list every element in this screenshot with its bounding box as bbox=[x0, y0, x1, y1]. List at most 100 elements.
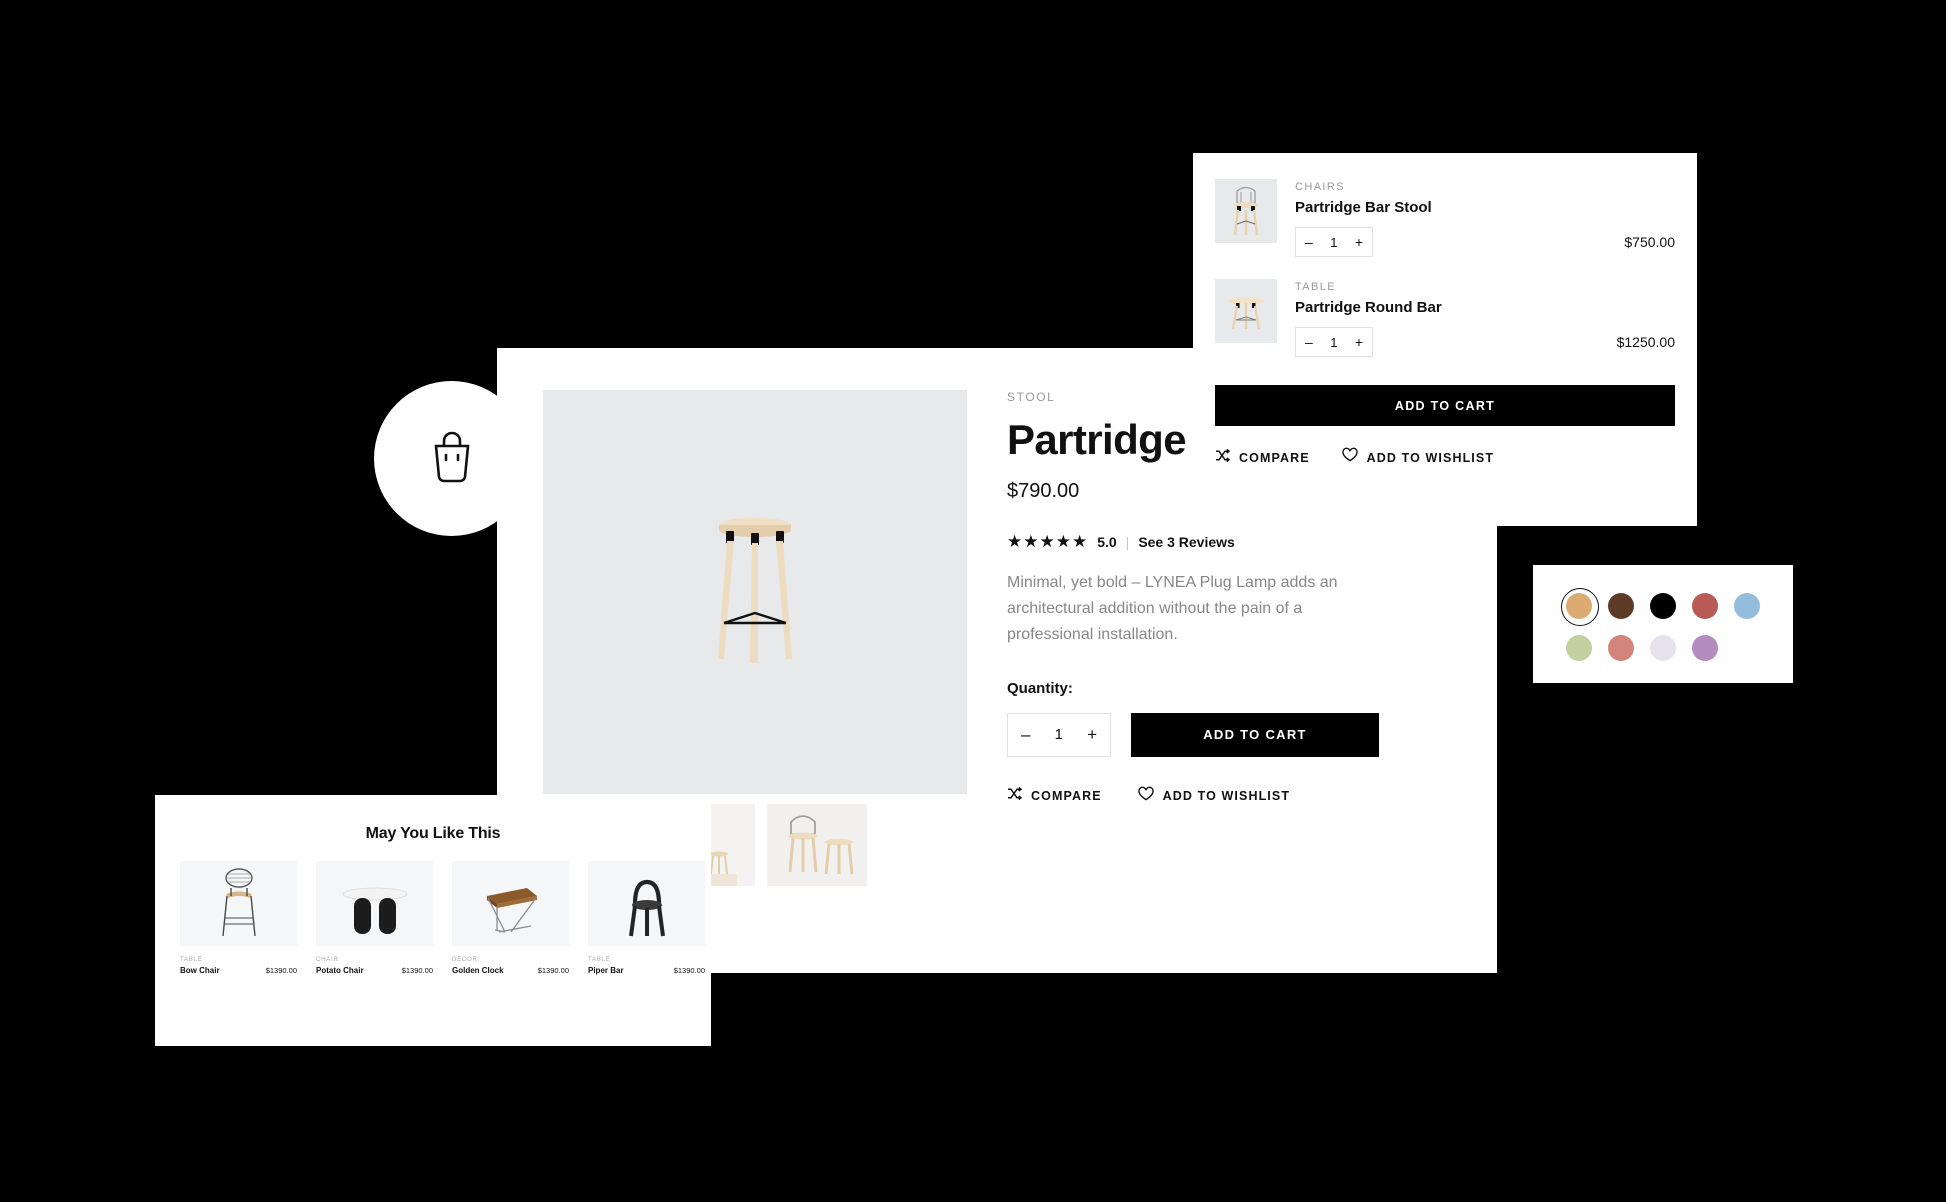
reco-item-row: Golden Clock $1390.00 bbox=[452, 966, 569, 975]
bow-chair-illustration bbox=[221, 868, 256, 937]
cart-compare-button[interactable]: COMPARE bbox=[1215, 448, 1310, 467]
color-swatch-black[interactable] bbox=[1650, 593, 1676, 619]
swatch-cell bbox=[1734, 589, 1776, 623]
see-reviews-link[interactable]: See 3 Reviews bbox=[1138, 534, 1235, 550]
product-thumbnail-3[interactable] bbox=[767, 804, 867, 886]
product-main-image[interactable] bbox=[543, 390, 967, 794]
shopping-bag-icon bbox=[422, 428, 482, 490]
reco-item-row: Piper Bar $1390.00 bbox=[588, 966, 705, 975]
cart-item-price: $750.00 bbox=[1624, 234, 1675, 250]
swatch-cell bbox=[1608, 589, 1650, 623]
cart-quantity-value: 1 bbox=[1330, 334, 1338, 350]
shopping-bag-badge[interactable] bbox=[374, 381, 529, 536]
cart-item-controls: – 1 + $750.00 bbox=[1295, 227, 1675, 257]
reco-item-row: Bow Chair $1390.00 bbox=[180, 966, 297, 975]
list-item[interactable]: TABLE Piper Bar $1390.00 bbox=[588, 861, 705, 975]
reco-item-category: DECOR bbox=[452, 957, 478, 963]
cart-quantity-decrease-button[interactable]: – bbox=[1305, 335, 1313, 349]
cart-quantity-value: 1 bbox=[1330, 234, 1338, 250]
color-swatch-brick-red[interactable] bbox=[1692, 593, 1718, 619]
cart-item-thumbnail[interactable] bbox=[1215, 279, 1277, 343]
compare-icon bbox=[1007, 787, 1023, 805]
reco-item-image bbox=[452, 861, 569, 946]
cart-add-to-cart-button[interactable]: ADD TO CART bbox=[1215, 385, 1675, 426]
color-swatch-tan[interactable] bbox=[1561, 588, 1599, 626]
cart-quantity-stepper[interactable]: – 1 + bbox=[1295, 327, 1373, 357]
cart-quantity-decrease-button[interactable]: – bbox=[1305, 235, 1313, 249]
color-swatch-panel bbox=[1533, 565, 1793, 683]
cart-wishlist-label: ADD TO WISHLIST bbox=[1366, 450, 1495, 465]
recommendations-title: May You Like This bbox=[365, 825, 501, 842]
reco-item-name: Bow Chair bbox=[180, 966, 220, 975]
reco-item-price: $1390.00 bbox=[265, 966, 297, 975]
reco-item-name: Golden Clock bbox=[452, 966, 504, 975]
cart-items-list: CHAIRS Partridge Bar Stool – 1 + $750.00 bbox=[1193, 153, 1697, 357]
cart-compare-label: COMPARE bbox=[1239, 450, 1310, 465]
swatch-cell bbox=[1566, 631, 1608, 665]
color-swatch-sky-blue[interactable] bbox=[1734, 593, 1760, 619]
reco-item-row: Potato Chair $1390.00 bbox=[316, 966, 433, 975]
rating-divider: | bbox=[1125, 533, 1130, 550]
cart-item-body: CHAIRS Partridge Bar Stool – 1 + $750.00 bbox=[1295, 179, 1675, 257]
reco-item-image bbox=[316, 861, 433, 946]
potato-chair-illustration bbox=[342, 887, 407, 934]
quantity-increase-button[interactable]: + bbox=[1087, 726, 1097, 743]
cart-item-category: CHAIRS bbox=[1295, 181, 1345, 193]
add-to-cart-button[interactable]: ADD TO CART bbox=[1131, 712, 1379, 757]
add-to-wishlist-button[interactable]: ADD TO WISHLIST bbox=[1137, 786, 1290, 806]
rating-row: ★★★★★ 5.0 | See 3 Reviews bbox=[1007, 533, 1447, 550]
color-swatch-lilac-white[interactable] bbox=[1650, 635, 1676, 661]
reco-item-price: $1390.00 bbox=[401, 966, 433, 975]
cart-quantity-stepper[interactable]: – 1 + bbox=[1295, 227, 1373, 257]
rating-value: 5.0 bbox=[1097, 533, 1117, 550]
swatch-cell bbox=[1692, 589, 1734, 623]
color-swatch-sage-green[interactable] bbox=[1566, 635, 1592, 661]
cart-add-to-wishlist-button[interactable]: ADD TO WISHLIST bbox=[1341, 447, 1495, 467]
list-item[interactable]: DECOR Golden Clock $1390.00 bbox=[452, 861, 569, 975]
reco-item-category: TABLE bbox=[180, 957, 203, 963]
cart-item-controls: – 1 + $1250.00 bbox=[1295, 327, 1675, 357]
cart-item-body: TABLE Partridge Round Bar – 1 + $1250.00 bbox=[1295, 279, 1675, 357]
reco-item-name: Potato Chair bbox=[316, 966, 364, 975]
swatch-cell bbox=[1650, 631, 1692, 665]
heart-icon bbox=[1341, 447, 1358, 467]
quantity-stepper[interactable]: – 1 + bbox=[1007, 712, 1111, 757]
compare-label: COMPARE bbox=[1031, 789, 1102, 804]
purchase-controls: – 1 + ADD TO CART bbox=[1007, 712, 1447, 757]
swatch-cell bbox=[1692, 631, 1734, 665]
color-swatch-dark-brown[interactable] bbox=[1608, 593, 1634, 619]
piper-bar-illustration bbox=[628, 879, 665, 937]
compare-icon bbox=[1215, 448, 1231, 467]
cart-item: CHAIRS Partridge Bar Stool – 1 + $750.00 bbox=[1215, 179, 1675, 257]
compare-button[interactable]: COMPARE bbox=[1007, 787, 1102, 805]
swatch-cell bbox=[1608, 631, 1650, 665]
cart-quantity-increase-button[interactable]: + bbox=[1355, 335, 1363, 349]
list-item[interactable]: CHAIR Potato Chair $1390.00 bbox=[316, 861, 433, 975]
star-rating-icon: ★★★★★ bbox=[1007, 532, 1089, 552]
quantity-decrease-button[interactable]: – bbox=[1021, 726, 1030, 743]
color-swatch-grid bbox=[1533, 565, 1793, 665]
cart-item: TABLE Partridge Round Bar – 1 + $1250.00 bbox=[1215, 279, 1675, 357]
heart-icon bbox=[1137, 786, 1154, 806]
stool-illustration bbox=[718, 518, 792, 663]
reco-item-name: Piper Bar bbox=[588, 966, 624, 975]
quantity-label: Quantity: bbox=[1007, 679, 1073, 697]
reco-item-price: $1390.00 bbox=[537, 966, 569, 975]
cart-action-links: COMPARE ADD TO WISHLIST bbox=[1193, 426, 1697, 467]
cart-item-name: Partridge Bar Stool bbox=[1295, 199, 1432, 216]
reco-item-category: CHAIR bbox=[316, 957, 339, 963]
swatch-cell bbox=[1561, 588, 1608, 626]
color-swatch-dusty-rose[interactable] bbox=[1608, 635, 1634, 661]
product-description: Minimal, yet bold – LYNEA Plug Lamp adds… bbox=[1007, 574, 1338, 643]
recommendations-grid: TABLE Bow Chair $1390.00 CHAIR Potato Ch… bbox=[155, 843, 711, 975]
reco-item-price: $1390.00 bbox=[673, 966, 705, 975]
cart-item-price: $1250.00 bbox=[1616, 334, 1675, 350]
screenshot-stage: STOOL Partridge $790.00 ★★★★★ 5.0 | See … bbox=[0, 0, 1946, 1202]
list-item[interactable]: TABLE Bow Chair $1390.00 bbox=[180, 861, 297, 975]
cart-quantity-increase-button[interactable]: + bbox=[1355, 235, 1363, 249]
cart-popup-panel: CHAIRS Partridge Bar Stool – 1 + $750.00 bbox=[1193, 153, 1697, 526]
reco-item-category: TABLE bbox=[588, 957, 611, 963]
recommendations-panel: May You Like This TABLE Bow Chair $1390.… bbox=[155, 795, 711, 1046]
color-swatch-orchid[interactable] bbox=[1692, 635, 1718, 661]
cart-item-thumbnail[interactable] bbox=[1215, 179, 1277, 243]
